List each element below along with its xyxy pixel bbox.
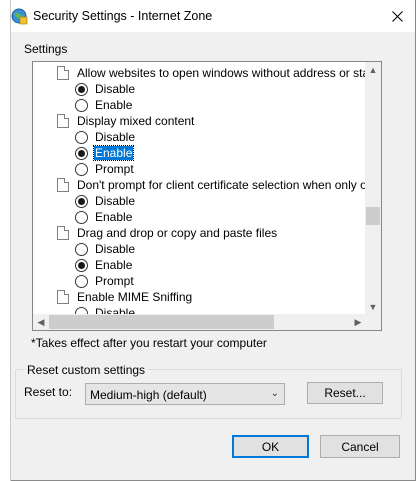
radio-unchecked-icon[interactable] <box>75 162 88 176</box>
radio-unchecked-icon[interactable] <box>75 98 88 112</box>
radio-unchecked-icon[interactable] <box>75 242 88 256</box>
option-item[interactable]: Prompt <box>75 161 135 177</box>
scroll-left-arrow-icon[interactable]: ◀ <box>33 314 49 330</box>
option-item[interactable]: Disable <box>75 241 136 257</box>
reset-button-label: Reset... <box>324 386 366 400</box>
option-item[interactable]: Enable <box>75 209 133 225</box>
reset-level-dropdown[interactable]: Medium-high (default) ⌄ <box>85 383 285 405</box>
setting-item[interactable]: Display mixed content <box>57 113 195 129</box>
option-label: Disable <box>95 194 136 208</box>
ok-button-label: OK <box>261 439 280 454</box>
ok-button[interactable]: OK <box>232 435 309 458</box>
reset-level-value: Medium-high (default) <box>90 388 207 402</box>
option-label: Enable <box>95 98 133 112</box>
option-label: Disable <box>95 82 136 96</box>
setting-item[interactable]: Don't prompt for client certificate sele… <box>57 177 366 193</box>
option-label: Enable <box>95 210 133 224</box>
horizontal-scroll-thumb[interactable] <box>49 315 274 329</box>
option-item[interactable]: Enable <box>75 145 135 161</box>
document-icon <box>57 178 69 192</box>
option-item[interactable]: Disable <box>75 193 136 209</box>
radio-checked-icon[interactable] <box>75 194 88 208</box>
setting-label: Don't prompt for client certificate sele… <box>77 178 366 192</box>
option-label: Disable <box>95 242 136 256</box>
background-window-edge <box>0 0 11 481</box>
radio-unchecked-icon[interactable] <box>75 274 88 288</box>
vertical-scrollbar[interactable]: ▲ ▼ <box>365 62 381 315</box>
option-label: Enable <box>95 258 133 272</box>
setting-item[interactable]: Allow websites to open windows without a… <box>57 65 366 81</box>
close-button[interactable] <box>383 4 411 28</box>
window-title: Security Settings - Internet Zone <box>33 9 213 23</box>
option-item[interactable]: Disable <box>75 81 136 97</box>
radio-unchecked-icon[interactable] <box>75 210 88 224</box>
option-label: Prompt <box>95 162 134 176</box>
reset-button[interactable]: Reset... <box>307 382 383 404</box>
cancel-button[interactable]: Cancel <box>320 435 400 458</box>
option-item[interactable]: Prompt <box>75 273 135 289</box>
option-label: Disable <box>95 130 136 144</box>
vertical-scroll-thumb[interactable] <box>366 207 380 225</box>
setting-label: Allow websites to open windows without a… <box>77 66 366 80</box>
radio-checked-icon[interactable] <box>75 82 88 96</box>
setting-item[interactable]: Drag and drop or copy and paste files <box>57 225 278 241</box>
scroll-down-arrow-icon[interactable]: ▼ <box>365 299 381 315</box>
settings-group-label: Settings <box>24 42 68 56</box>
option-label: Enable <box>92 145 135 161</box>
option-label: Prompt <box>95 274 134 288</box>
document-icon <box>57 290 69 304</box>
document-icon <box>57 114 69 128</box>
scrollbar-corner <box>365 314 381 330</box>
cancel-button-label: Cancel <box>341 439 379 454</box>
chevron-down-icon: ⌄ <box>270 388 279 399</box>
setting-label: Enable MIME Sniffing <box>77 290 193 304</box>
restart-note: *Takes effect after you restart your com… <box>31 336 267 350</box>
scroll-right-arrow-icon[interactable]: ▶ <box>350 314 366 330</box>
document-icon <box>57 226 69 240</box>
horizontal-scrollbar[interactable]: ◀ ▶ <box>33 314 366 330</box>
option-item[interactable]: Enable <box>75 97 133 113</box>
option-item[interactable]: Enable <box>75 257 133 273</box>
reset-to-label: Reset to: <box>24 385 73 399</box>
settings-tree-content: Allow websites to open windows without a… <box>33 62 366 315</box>
reset-group-title: Reset custom settings <box>24 363 149 377</box>
radio-unchecked-icon[interactable] <box>75 130 88 144</box>
setting-label: Display mixed content <box>77 114 195 128</box>
close-icon <box>391 10 403 22</box>
radio-checked-icon[interactable] <box>75 258 88 272</box>
setting-item[interactable]: Enable MIME Sniffing <box>57 289 193 305</box>
internet-globe-icon <box>11 8 28 25</box>
settings-tree-list[interactable]: Allow websites to open windows without a… <box>32 61 382 331</box>
option-item[interactable]: Disable <box>75 129 136 145</box>
setting-label: Drag and drop or copy and paste files <box>77 226 278 240</box>
document-icon <box>57 66 69 80</box>
title-bar[interactable]: Security Settings - Internet Zone <box>11 0 415 32</box>
scroll-up-arrow-icon[interactable]: ▲ <box>365 62 381 78</box>
radio-checked-icon[interactable] <box>75 146 88 160</box>
